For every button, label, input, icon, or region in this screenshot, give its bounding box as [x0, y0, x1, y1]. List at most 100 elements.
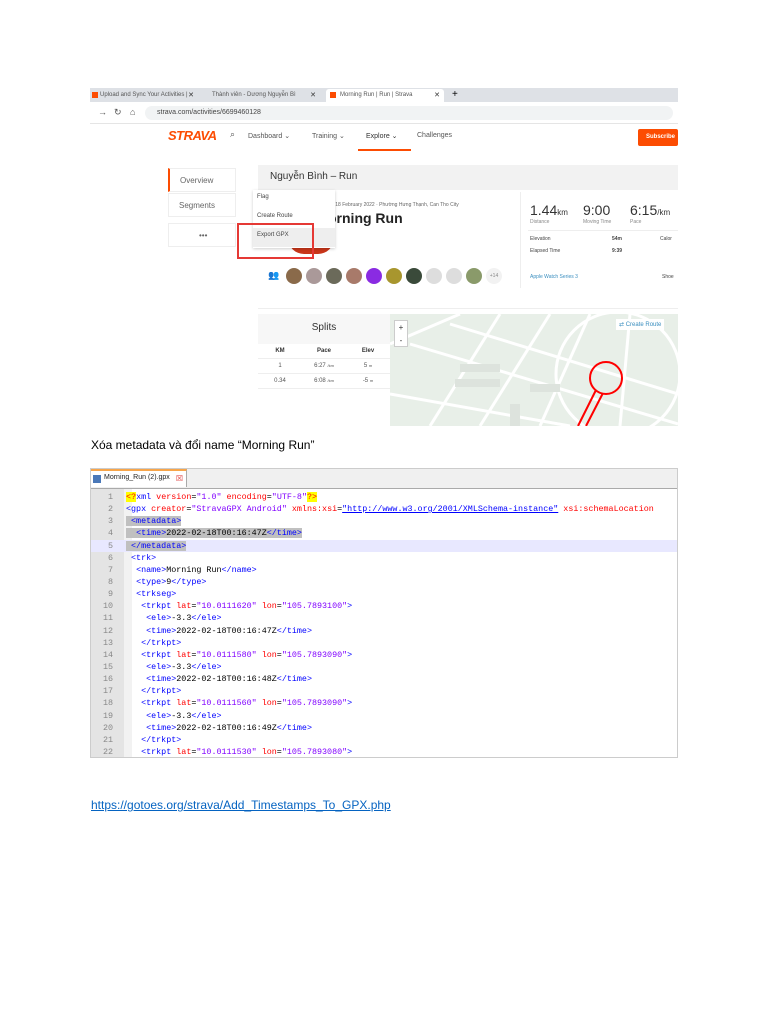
- file-tab[interactable]: Morning_Run (2).gpx ☒: [91, 469, 187, 487]
- line-text: <ele>-3.3</ele>: [126, 661, 221, 673]
- strava-logo[interactable]: STRAVA: [168, 128, 217, 143]
- token-tag: <ele>: [146, 710, 172, 721]
- avatar[interactable]: [466, 268, 482, 284]
- browser-tab[interactable]: Upload and Sync Your Activities | ✕: [90, 89, 198, 102]
- url-input[interactable]: strava.com/activities/6699460128: [145, 106, 673, 120]
- code-line[interactable]: 4 <time>2022-02-18T00:16:47Z</time>: [91, 527, 677, 539]
- zoom-in-button[interactable]: +: [395, 321, 407, 334]
- token-tag: </type>: [171, 576, 207, 587]
- token-val: "105.7893100": [281, 601, 348, 612]
- code-line[interactable]: 19 <ele>-3.3</ele>: [91, 710, 677, 722]
- browser-tab[interactable]: Thành viên - Dương Nguyễn Bì ✕: [202, 89, 320, 102]
- device-name[interactable]: Apple Watch Series 3: [530, 274, 578, 280]
- token-val: "10.0111560": [196, 698, 257, 709]
- nav-training[interactable]: Training ⌄: [312, 132, 345, 140]
- avatar[interactable]: [366, 268, 382, 284]
- line-number: 20: [102, 722, 113, 733]
- close-icon[interactable]: ✕: [434, 91, 440, 99]
- code-line[interactable]: 3 <metadata>: [91, 515, 677, 527]
- code-line[interactable]: 2 <gpx creator="StravaGPX Android" xmlns:…: [91, 503, 677, 515]
- sidebar-segments[interactable]: Segments: [168, 193, 236, 217]
- line-number: 10: [102, 601, 113, 612]
- code-line[interactable]: 14 <trkpt lat="10.0111580" lon="105.7893…: [91, 649, 677, 661]
- avatar-placeholder[interactable]: [426, 268, 442, 284]
- code-line[interactable]: 22 <trkpt lat="10.0111530" lon="105.7893…: [91, 746, 677, 757]
- browser-tab-active[interactable]: Morning Run | Run | Strava ✕: [326, 89, 444, 102]
- nav-challenges[interactable]: Challenges: [417, 132, 452, 139]
- close-icon[interactable]: ☒: [176, 474, 183, 483]
- new-tab-button[interactable]: +: [452, 89, 458, 100]
- avatar[interactable]: [386, 268, 402, 284]
- code-line[interactable]: 10 <trkpt lat="10.0111620" lon="105.7893…: [91, 600, 677, 612]
- code-line[interactable]: 1 <?xml version="1.0" encoding="UTF-8"?>: [91, 491, 677, 503]
- avatar[interactable]: [286, 268, 302, 284]
- code-line[interactable]: 13 </trkpt>: [91, 637, 677, 649]
- token-tag: <ele>: [146, 661, 172, 672]
- reload-icon[interactable]: ↻: [114, 107, 122, 118]
- token-tag: <name>: [136, 564, 167, 575]
- token-attr: lon: [256, 601, 277, 612]
- code-editor-screenshot: Morning_Run (2).gpx ☒ 1 <?xml version="1.0…: [90, 468, 678, 758]
- menu-flag[interactable]: Flag: [253, 190, 335, 209]
- file-tab-label: Morning_Run (2).gpx: [104, 474, 170, 481]
- code-line[interactable]: 9 <trkseg>: [91, 588, 677, 600]
- nav-dashboard[interactable]: Dashboard ⌄: [248, 132, 290, 140]
- create-route-button[interactable]: ⇄ Create Route: [616, 319, 665, 330]
- gotoes-link[interactable]: https://gotoes.org/strava/Add_Timestamps…: [91, 798, 391, 812]
- splits-title: Splits: [258, 314, 390, 344]
- line-number: 12: [102, 625, 113, 636]
- forward-icon[interactable]: →: [98, 107, 107, 117]
- code-line[interactable]: 16 <time>2022-02-18T00:16:48Z</time>: [91, 673, 677, 685]
- stat-label: Pace: [630, 219, 642, 225]
- code-line[interactable]: 15 <ele>-3.3</ele>: [91, 661, 677, 673]
- url-text: strava.com/activities/6699460128: [157, 109, 261, 116]
- code-line[interactable]: 6 <trk>: [91, 552, 677, 564]
- code-line[interactable]: 20 <time>2022-02-18T00:16:49Z</time>: [91, 722, 677, 734]
- code-line[interactable]: 18 <trkpt lat="10.0111560" lon="105.7893…: [91, 697, 677, 709]
- code-line[interactable]: 11 <ele>-3.3</ele>: [91, 612, 677, 624]
- token-sel: [126, 528, 137, 539]
- avatar[interactable]: [306, 268, 322, 284]
- line-text: </trkpt>: [126, 637, 181, 649]
- code-line[interactable]: 21 </trkpt>: [91, 734, 677, 746]
- elevation-label: Elevation: [530, 236, 551, 242]
- code-line[interactable]: 7 <name>Morning Run</name>: [91, 564, 677, 576]
- shoes-label: Shoe: [662, 274, 674, 280]
- search-icon[interactable]: ⌕: [230, 129, 235, 140]
- close-icon[interactable]: ✕: [188, 91, 194, 99]
- code-area[interactable]: 1 <?xml version="1.0" encoding="UTF-8"?> 2…: [91, 491, 677, 757]
- avatar-placeholder[interactable]: [446, 268, 462, 284]
- home-icon[interactable]: ⌂: [130, 107, 135, 117]
- sidebar-overview[interactable]: Overview: [168, 168, 236, 192]
- avatar[interactable]: [346, 268, 362, 284]
- nav-explore[interactable]: Explore ⌄: [366, 132, 398, 140]
- line-text: <trkseg>: [126, 588, 176, 600]
- token-attr: lat: [176, 746, 192, 757]
- subscribe-button[interactable]: Subscribe: [638, 129, 678, 146]
- route-map[interactable]: [390, 314, 678, 426]
- more-actions-button[interactable]: •••: [168, 223, 236, 247]
- divider: [258, 308, 678, 309]
- close-icon[interactable]: ✕: [310, 91, 316, 99]
- line-text: <time>2022-02-18T00:16:47Z</time>: [126, 527, 302, 539]
- line-text: <time>2022-02-18T00:16:48Z</time>: [126, 673, 312, 685]
- code-line[interactable]: 8 <type>9</type>: [91, 576, 677, 588]
- col-km: KM: [275, 348, 285, 354]
- token-tag: </trkpt>: [141, 686, 182, 697]
- avatar[interactable]: [406, 268, 422, 284]
- more-athletes[interactable]: +14: [486, 268, 502, 284]
- line-text: </metadata>: [126, 540, 187, 552]
- code-line[interactable]: 5 </metadata>: [91, 539, 677, 552]
- token-tag: <type>: [136, 576, 167, 587]
- zoom-out-button[interactable]: -: [395, 334, 407, 347]
- line-text: <gpx creator="StravaGPX Android" xmlns:x…: [126, 503, 654, 515]
- code-line[interactable]: 12 <time>2022-02-18T00:16:47Z</time>: [91, 625, 677, 637]
- avatar[interactable]: [326, 268, 342, 284]
- code-line[interactable]: 17 </trkpt>: [91, 685, 677, 697]
- line-number: 1: [107, 492, 113, 502]
- elapsed-time-label: Elapsed Time: [530, 248, 561, 254]
- splits-header-row: KM Pace Elev: [258, 344, 390, 359]
